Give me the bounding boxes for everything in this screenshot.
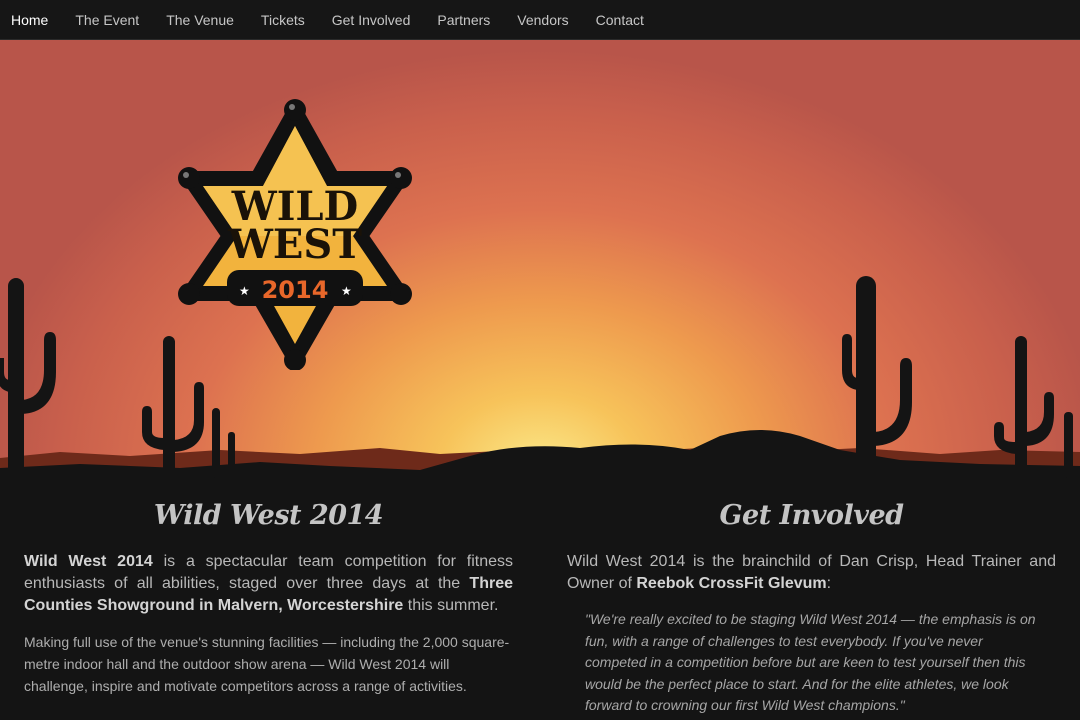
nav-the-event[interactable]: The Event [75, 12, 139, 28]
get-involved-section: Get Involved Wild West 2014 is the brain… [567, 500, 1056, 717]
star-right-icon: ★ [341, 284, 352, 298]
get-involved-lead-end: : [826, 575, 832, 592]
desert-silhouette [0, 276, 1080, 480]
intro-paragraph: Making full use of the venue's stunning … [24, 634, 510, 694]
get-involved-lead-bold: Reebok CrossFit Glevum [636, 575, 827, 592]
get-involved-lead: Wild West 2014 is the brainchild of Dan … [567, 551, 1056, 595]
nav-contact[interactable]: Contact [596, 12, 644, 28]
intro-lead-end: this summer. [403, 597, 499, 614]
logo-year: 2014 [262, 276, 329, 304]
nav-the-venue[interactable]: The Venue [166, 12, 234, 28]
nav-tickets[interactable]: Tickets [261, 12, 305, 28]
nav-vendors[interactable]: Vendors [517, 12, 568, 28]
nav-home[interactable]: Home [11, 12, 48, 28]
intro-section: Wild West 2014 Wild West 2014 is a spect… [24, 500, 513, 697]
main-nav: Home The Event The Venue Tickets Get Inv… [0, 0, 1080, 40]
intro-heading: Wild West 2014 [153, 500, 384, 531]
wild-west-logo[interactable]: WILD WEST ★ ★ 2014 [175, 98, 415, 370]
nav-get-involved[interactable]: Get Involved [332, 12, 411, 28]
get-involved-quote: "We're really excited to be staging Wild… [585, 611, 1036, 713]
intro-lead: Wild West 2014 is a spectacular team com… [24, 551, 513, 617]
intro-lead-bold-name: Wild West 2014 [24, 553, 153, 570]
nav-partners[interactable]: Partners [437, 12, 490, 28]
hero-banner: WILD WEST ★ ★ 2014 [0, 40, 1080, 480]
logo-line-2: WEST [227, 221, 362, 268]
get-involved-heading: Get Involved [719, 500, 904, 531]
star-left-icon: ★ [239, 284, 250, 298]
